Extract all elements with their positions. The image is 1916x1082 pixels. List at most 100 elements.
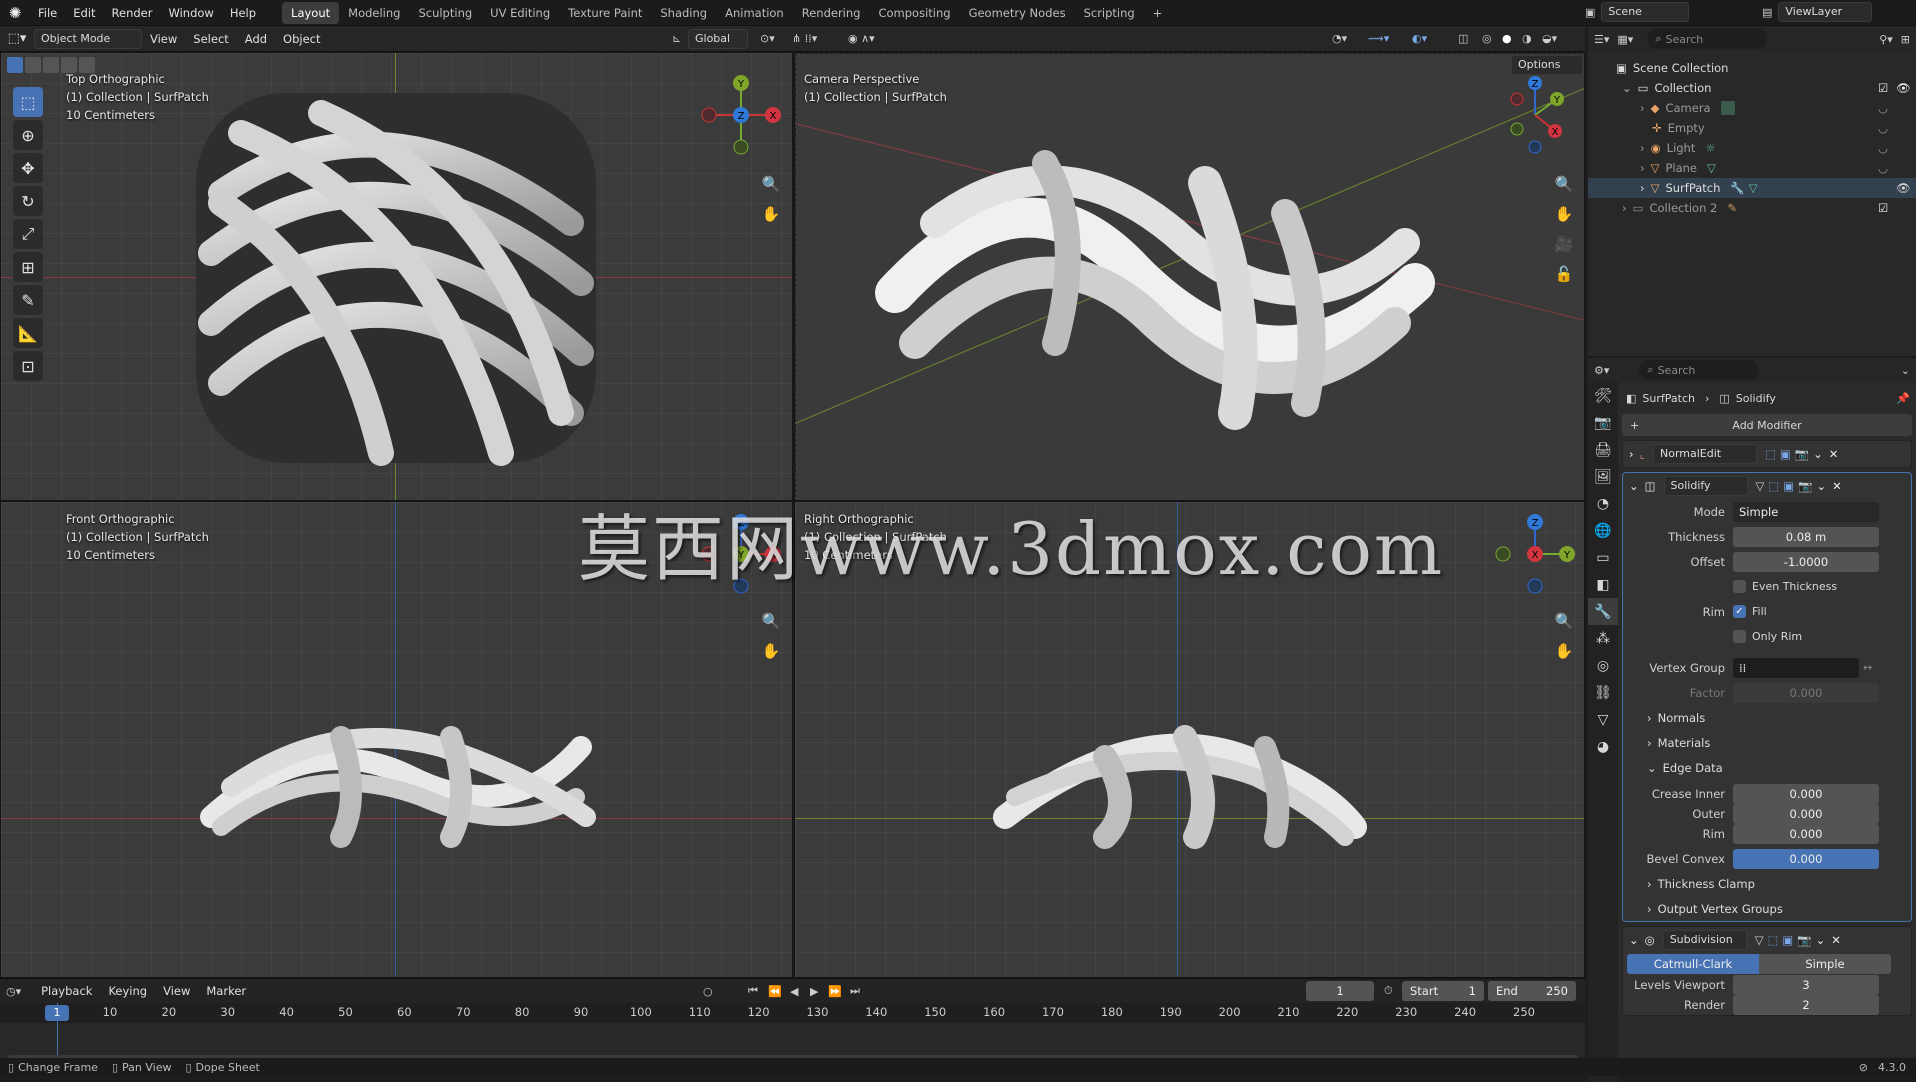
chevron-down-icon[interactable]: ⌄	[1622, 81, 1632, 95]
eye-icon[interactable]: 👁	[1896, 81, 1911, 95]
lock-camera-icon[interactable]: 🔓	[1551, 261, 1577, 287]
cursor-tool-icon[interactable]: ⊕	[13, 120, 43, 150]
camera-view-icon[interactable]: 🎥	[1551, 231, 1577, 257]
add-workspace-button[interactable]: +	[1144, 2, 1172, 24]
render-tab-icon[interactable]: 📷	[1588, 409, 1618, 436]
even-thickness-row[interactable]: Even Thickness	[1623, 574, 1911, 599]
navigation-gizmo-right[interactable]: Y Z X	[1495, 514, 1575, 594]
properties-search-box[interactable]: ⌕ Search	[1639, 360, 1760, 380]
select-box-tool-icon[interactable]: ⬚	[13, 87, 43, 117]
surfpatch-camera-view[interactable]	[875, 113, 1435, 453]
particles-tab-icon[interactable]: ⁂	[1588, 625, 1618, 652]
dropdown-icon[interactable]: ⌄	[1813, 447, 1823, 461]
vertex-group-field[interactable]: ⁞⁞	[1733, 657, 1859, 678]
close-icon[interactable]: ✕	[1832, 479, 1842, 493]
menu-window[interactable]: Window	[160, 0, 221, 26]
jump-keyframe-forward-icon[interactable]: ⏩	[828, 985, 842, 998]
viewport-toggle-icon[interactable]: ▣	[1783, 479, 1794, 493]
tab-uv-editing[interactable]: UV Editing	[481, 2, 559, 24]
gizmo-toggle-icon[interactable]: ⟿▾	[1368, 32, 1389, 45]
chevron-down-icon[interactable]: ⌄	[1629, 933, 1639, 947]
surfpatch-top-view[interactable]	[181, 83, 611, 483]
menu-render[interactable]: Render	[104, 0, 161, 26]
eye-icon[interactable]: 👁	[1896, 181, 1911, 195]
pin-icon[interactable]: 📌	[1896, 392, 1910, 405]
material-tab-icon[interactable]: ◕	[1588, 733, 1618, 760]
measure-tool-icon[interactable]: 📐	[13, 318, 43, 348]
add-modifier-button[interactable]: + Add Modifier	[1622, 414, 1912, 436]
menu-playback[interactable]: Playback	[33, 978, 100, 1004]
move-tool-icon[interactable]: ✥	[13, 153, 43, 183]
rendered-shading-icon[interactable]: ◒▾	[1542, 32, 1557, 45]
render-levels-field[interactable]: 2	[1733, 995, 1879, 1015]
wireframe-shading-icon[interactable]: ◎	[1482, 32, 1492, 45]
tree-item-surfpatch[interactable]: › ▽ SurfPatch 🔧 ▽ 👁	[1588, 178, 1916, 198]
tab-animation[interactable]: Animation	[716, 2, 793, 24]
menu-timeline-view[interactable]: View	[155, 978, 198, 1004]
materials-subpanel[interactable]: › Materials	[1623, 730, 1911, 755]
object-mode-dropdown[interactable]: Object Mode	[34, 28, 142, 49]
chevron-right-icon[interactable]: ›	[1640, 101, 1645, 115]
chevron-right-icon[interactable]: ›	[1640, 181, 1645, 195]
view-layer-tab-icon[interactable]: 🖼	[1588, 463, 1618, 490]
zoom-icon[interactable]: 🔍	[1551, 171, 1577, 197]
pan-hand-icon[interactable]: ✋	[758, 201, 784, 227]
editmode-toggle-icon[interactable]: ⬚	[1768, 933, 1779, 947]
dropdown-icon[interactable]: ⌄	[1816, 479, 1826, 493]
tab-compositing[interactable]: Compositing	[869, 2, 959, 24]
chevron-down-icon[interactable]: ⌄	[1629, 479, 1639, 493]
xray-icon[interactable]: ◫	[1458, 32, 1468, 45]
surfpatch-right-view[interactable]	[985, 717, 1375, 857]
navigation-gizmo-camera[interactable]: Z Y X	[1495, 75, 1575, 155]
display-mode-icon[interactable]: ▦▾	[1617, 33, 1633, 46]
scene-name-field[interactable]: Scene	[1601, 2, 1690, 22]
outliner-search-box[interactable]: ⌕ Search	[1647, 29, 1768, 49]
jump-keyframe-back-icon[interactable]: ⏪	[768, 985, 782, 998]
only-rim-checkbox[interactable]	[1733, 630, 1746, 643]
edge-data-subpanel[interactable]: ⌄ Edge Data	[1623, 755, 1911, 780]
view-layer-name-field[interactable]: ViewLayer	[1778, 2, 1873, 22]
object-tab-icon[interactable]: ◧	[1588, 571, 1618, 598]
viewport-camera-perspective[interactable]: Camera Perspective (1) Collection | Surf…	[794, 52, 1585, 501]
tree-item-scene-collection[interactable]: ▣ Scene Collection	[1588, 58, 1916, 78]
proportional-edit-icon[interactable]: ◉ ∧▾	[848, 32, 875, 45]
timeline-editor-icon[interactable]: ◷▾	[6, 985, 21, 998]
tree-item-light[interactable]: › ◉ Light ☼ ◡	[1588, 138, 1916, 158]
pan-hand-icon[interactable]: ✋	[1551, 201, 1577, 227]
blender-logo-icon[interactable]: ✺	[0, 4, 30, 22]
constraints-tab-icon[interactable]: ⛓	[1588, 679, 1618, 706]
pivot-icon[interactable]: ⊙▾	[760, 32, 775, 45]
modifier-name-field[interactable]: Solidify	[1663, 476, 1748, 496]
invert-arrows-icon[interactable]: ↔	[1863, 661, 1872, 674]
zoom-icon[interactable]: 🔍	[758, 171, 784, 197]
render-toggle-icon[interactable]: 📷	[1797, 933, 1811, 947]
modifier-tab-icon[interactable]: 🔧	[1588, 598, 1618, 625]
play-reverse-icon[interactable]: ◀	[790, 985, 798, 998]
pan-hand-icon[interactable]: ✋	[758, 638, 784, 664]
fill-checkbox[interactable]: ✓	[1733, 605, 1746, 618]
tab-rendering[interactable]: Rendering	[793, 2, 870, 24]
scene-tab-icon[interactable]: ◔	[1588, 490, 1618, 517]
tab-sculpting[interactable]: Sculpting	[409, 2, 481, 24]
tree-item-collection-2[interactable]: › ▭ Collection 2 ✎ ☑	[1588, 198, 1916, 218]
viewport-top-ortho[interactable]: ⬚ ⊕ ✥ ↻ ⤢ ⊞ ✎ 📐 ⊡ Top Orthographic (1) C…	[0, 52, 793, 501]
rotate-tool-icon[interactable]: ↻	[13, 186, 43, 216]
thickness-clamp-subpanel[interactable]: › Thickness Clamp	[1623, 871, 1911, 896]
output-tab-icon[interactable]: 🖨	[1588, 436, 1618, 463]
editor-type-icon[interactable]: ⬚▾	[0, 31, 34, 46]
visibility-icon[interactable]: ◔▾	[1332, 32, 1347, 45]
chevron-right-icon[interactable]: ›	[1629, 447, 1634, 461]
eye-closed-icon[interactable]: ◡	[1878, 161, 1888, 175]
properties-editor-icon[interactable]: ⚙▾	[1594, 364, 1609, 377]
scale-tool-icon[interactable]: ⤢	[13, 219, 43, 249]
output-vertex-groups-subpanel[interactable]: › Output Vertex Groups	[1623, 896, 1911, 921]
frame-start-field[interactable]: Start 1	[1402, 981, 1484, 1001]
normals-subpanel[interactable]: › Normals	[1623, 705, 1911, 730]
current-frame-field[interactable]: 1	[1306, 981, 1374, 1001]
zoom-icon[interactable]: 🔍	[1551, 608, 1577, 634]
offset-field[interactable]: -1.0000	[1733, 551, 1879, 572]
menu-file[interactable]: File	[30, 0, 65, 26]
chevron-right-icon[interactable]: ›	[1622, 201, 1627, 215]
menu-object[interactable]: Object	[275, 26, 328, 52]
eye-closed-icon[interactable]: ◡	[1878, 101, 1888, 115]
